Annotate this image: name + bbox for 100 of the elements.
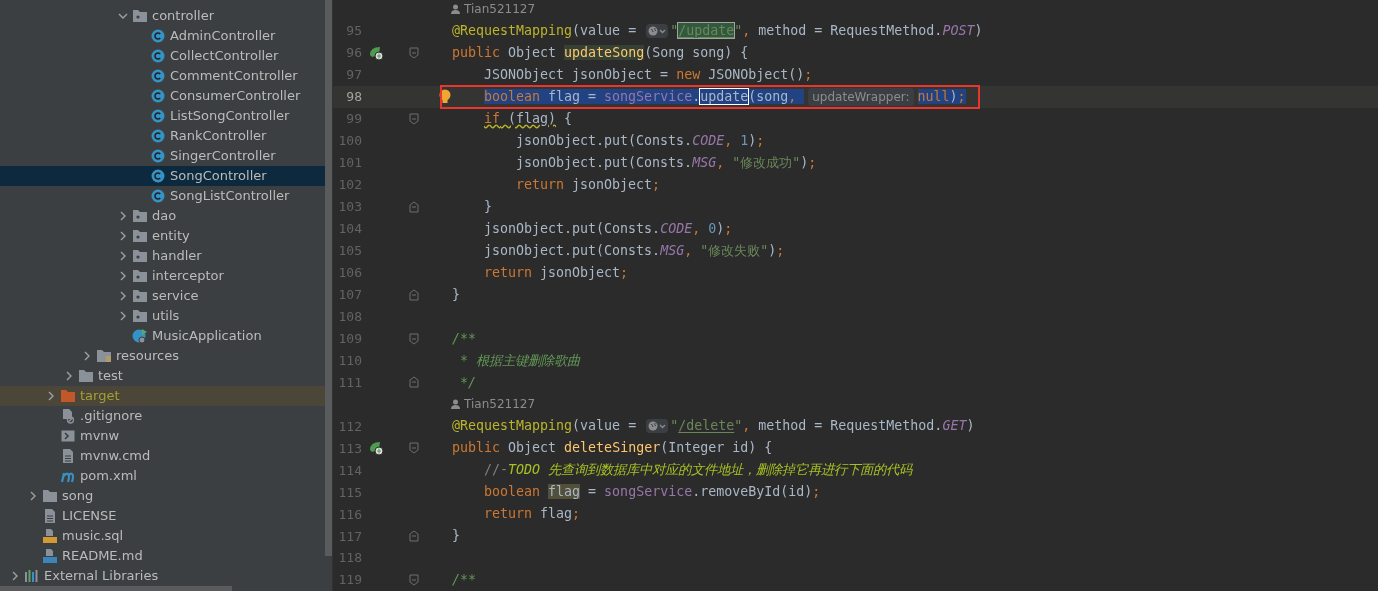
line-number: 95 bbox=[345, 22, 362, 41]
code-text: boolean flag = songService.removeById(id); bbox=[484, 483, 821, 502]
class-icon bbox=[151, 89, 165, 103]
endpoint-icon[interactable] bbox=[368, 440, 384, 457]
chevron-icon[interactable] bbox=[46, 391, 56, 401]
chevron-icon[interactable] bbox=[28, 491, 38, 501]
tree-item[interactable]: utils bbox=[0, 306, 325, 326]
folder-icon bbox=[78, 369, 94, 383]
line-number: 112 bbox=[337, 417, 362, 436]
tree-item[interactable]: SongListController bbox=[0, 186, 325, 206]
tree-item[interactable]: External Libraries bbox=[0, 566, 325, 586]
person-icon bbox=[451, 399, 460, 410]
line-number: 109 bbox=[337, 329, 362, 348]
tree-item[interactable]: README.md bbox=[0, 546, 325, 566]
code-text: jsonObject.put(Consts.MSG, "修改成功"); bbox=[516, 153, 817, 172]
terminal-file-icon bbox=[61, 430, 75, 442]
fold-marker-icon[interactable] bbox=[409, 574, 419, 587]
fold-marker-icon[interactable] bbox=[409, 200, 419, 213]
chevron-icon[interactable] bbox=[118, 251, 128, 261]
tree-item[interactable]: pom.xml bbox=[0, 466, 325, 486]
code-text: } bbox=[452, 285, 460, 304]
fold-marker-icon[interactable] bbox=[409, 332, 419, 345]
tree-item[interactable]: dao bbox=[0, 206, 325, 226]
tree-item[interactable]: CommentController bbox=[0, 66, 325, 86]
line-number: 108 bbox=[337, 307, 362, 326]
tree-item[interactable]: entity bbox=[0, 226, 325, 246]
code-text: return flag; bbox=[484, 505, 581, 524]
class-icon bbox=[151, 49, 165, 63]
tree-item[interactable]: song bbox=[0, 486, 325, 506]
tree-item[interactable]: ListSongController bbox=[0, 106, 325, 126]
tree-item[interactable]: SingerController bbox=[0, 146, 325, 166]
scrollbar-thumb[interactable] bbox=[325, 0, 332, 556]
tree-item[interactable]: music.sql bbox=[0, 526, 325, 546]
endpoint-icon[interactable] bbox=[368, 44, 384, 61]
package-folder-icon bbox=[132, 309, 148, 323]
code-text: boolean flag = songService.update(song, bbox=[484, 86, 805, 107]
globe-icon[interactable] bbox=[646, 23, 669, 38]
chevron-icon[interactable] bbox=[118, 271, 128, 281]
chevron-icon[interactable] bbox=[118, 211, 128, 221]
tree-item[interactable]: handler bbox=[0, 246, 325, 266]
package-folder-icon bbox=[132, 209, 148, 223]
tree-item[interactable]: service bbox=[0, 286, 325, 306]
code-text: } bbox=[452, 527, 460, 546]
tree-item[interactable]: SongController bbox=[0, 166, 325, 186]
line-number: 101 bbox=[337, 154, 362, 173]
line-number: 98 bbox=[345, 88, 362, 107]
tree-item[interactable]: .gitignore bbox=[0, 406, 325, 426]
code-text: if (flag) { bbox=[484, 109, 573, 128]
package-folder-icon bbox=[132, 289, 148, 303]
fold-marker-icon[interactable] bbox=[409, 288, 419, 301]
chevron-icon[interactable] bbox=[118, 231, 128, 241]
libraries-icon bbox=[24, 569, 40, 583]
chevron-icon[interactable] bbox=[82, 351, 92, 361]
fold-marker-icon[interactable] bbox=[409, 112, 419, 125]
fold-marker-icon[interactable] bbox=[409, 530, 419, 543]
line-number: 107 bbox=[337, 285, 362, 304]
globe-icon[interactable] bbox=[646, 419, 669, 434]
scrollbar-thumb[interactable] bbox=[0, 586, 232, 591]
line-number: 102 bbox=[337, 176, 362, 194]
tree-item[interactable]: test bbox=[0, 366, 325, 386]
line-number: 114 bbox=[337, 461, 362, 480]
folder-icon bbox=[60, 389, 76, 403]
code-text: return jsonObject; bbox=[484, 263, 629, 282]
tree-item[interactable]: MusicApplication bbox=[0, 326, 325, 346]
tree-item[interactable]: LICENSE bbox=[0, 506, 325, 526]
line-number: 110 bbox=[337, 351, 362, 370]
tree-item[interactable]: interceptor bbox=[0, 266, 325, 286]
line-number: 119 bbox=[337, 571, 362, 590]
line-number: 115 bbox=[337, 483, 362, 502]
code-text: //-TODO 先查询到数据库中对应的文件地址，删除掉它再进行下面的代码 bbox=[484, 461, 913, 480]
class-icon bbox=[151, 129, 165, 143]
tree-item[interactable]: mvnw bbox=[0, 426, 325, 446]
chevron-icon[interactable] bbox=[10, 571, 20, 581]
fold-marker-icon[interactable] bbox=[409, 46, 419, 59]
author-hint[interactable]: Tian521127 bbox=[451, 0, 536, 18]
tree-item[interactable]: ConsumerController bbox=[0, 86, 325, 106]
tree-item[interactable]: controller bbox=[0, 6, 325, 26]
fold-marker-icon[interactable] bbox=[409, 442, 419, 455]
fold-marker-icon[interactable] bbox=[409, 376, 419, 389]
chevron-icon[interactable] bbox=[118, 291, 128, 301]
chevron-icon[interactable] bbox=[118, 311, 128, 321]
tree-item[interactable]: mvnw.cmd bbox=[0, 446, 325, 466]
line-number: 97 bbox=[345, 66, 362, 85]
lightbulb-icon[interactable] bbox=[439, 88, 451, 105]
class-icon bbox=[151, 169, 165, 183]
tree-item[interactable]: AdminController bbox=[0, 26, 325, 46]
tree-item[interactable]: target bbox=[0, 386, 325, 406]
tree-item[interactable]: CollectController bbox=[0, 46, 325, 66]
line-number: 118 bbox=[337, 549, 362, 568]
line-number: 104 bbox=[337, 219, 362, 238]
code-text: public Object updateSong(Song song) { bbox=[452, 43, 749, 62]
tree-item[interactable]: RankController bbox=[0, 126, 325, 146]
line-number: 113 bbox=[337, 439, 362, 458]
code-text: return jsonObject; bbox=[516, 175, 661, 194]
code-text: @RequestMapping(value = bbox=[452, 22, 638, 40]
line-number: 96 bbox=[345, 44, 362, 63]
chevron-icon[interactable] bbox=[118, 11, 128, 21]
author-hint[interactable]: Tian521127 bbox=[451, 395, 536, 414]
tree-item[interactable]: resources bbox=[0, 346, 325, 366]
chevron-icon[interactable] bbox=[64, 371, 74, 381]
